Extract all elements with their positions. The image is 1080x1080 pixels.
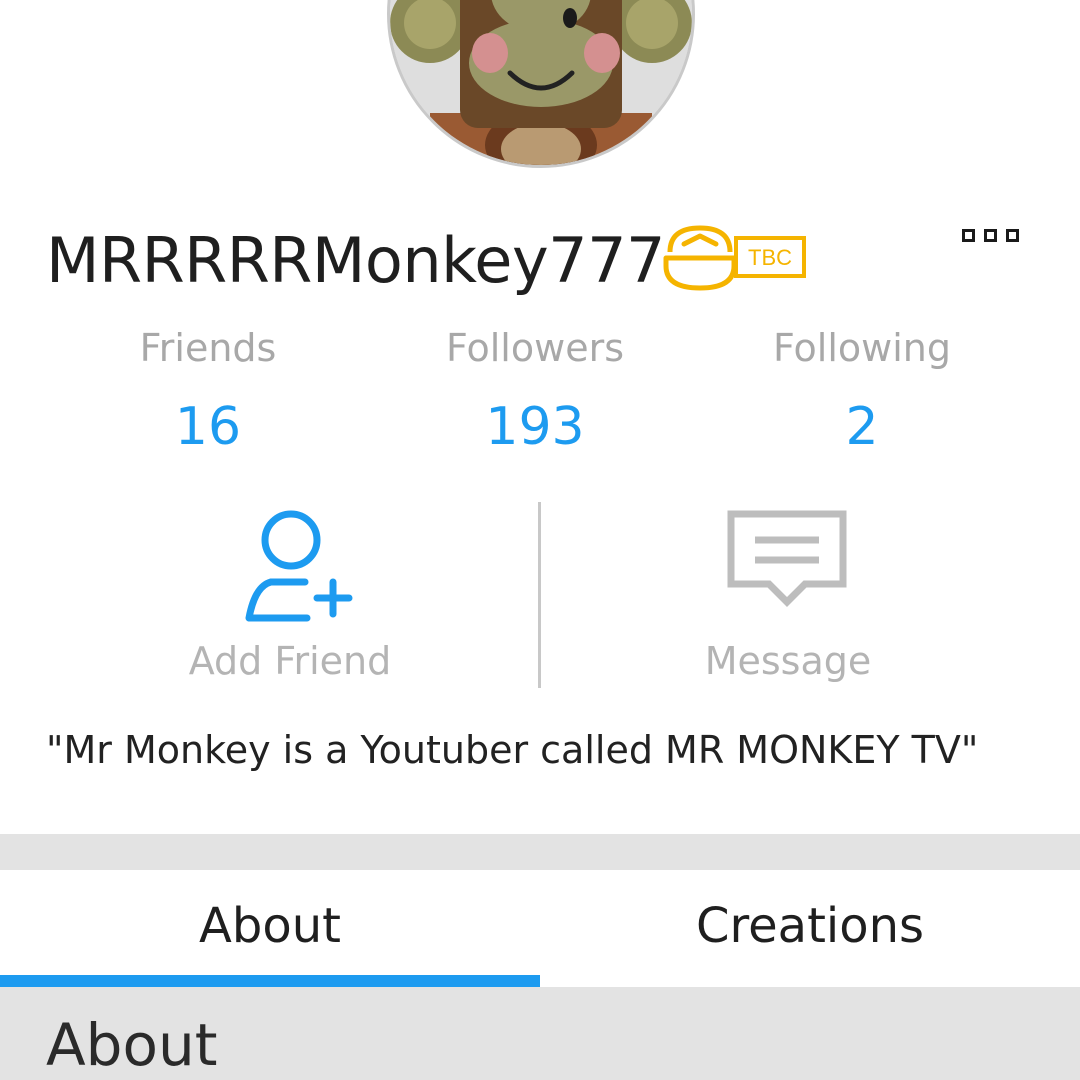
more-dot-icon [962,228,975,242]
following-label: Following [773,326,951,370]
more-options-button[interactable] [962,222,1042,248]
more-dot-icon [1006,228,1019,242]
message-button[interactable]: Message [608,500,968,690]
add-user-icon [245,510,353,622]
followers-label: Followers [446,326,624,370]
friends-stat[interactable]: Friends 16 [58,322,358,462]
active-tab-indicator [0,975,540,987]
username: MRRRRRMonkey777 [46,224,665,297]
tab-about[interactable]: About [0,870,540,987]
profile-blurb: "Mr Monkey is a Youtuber called MR MONKE… [46,728,979,772]
add-friend-label: Add Friend [188,639,392,683]
following-count: 2 [845,397,879,457]
followers-stat[interactable]: Followers 193 [385,322,685,462]
about-section: About [0,987,1080,1080]
tbc-membership-icon: TBC [660,222,810,296]
followers-count: 193 [485,397,585,457]
avatar[interactable] [387,0,695,168]
following-stat[interactable]: Following 2 [712,322,1012,462]
message-label: Message [704,639,872,683]
section-separator [0,834,1080,870]
tab-creations[interactable]: Creations [540,870,1080,987]
membership-badge-text: TBC [748,245,792,270]
profile-tabs: About Creations [0,870,1080,987]
more-dot-icon [984,228,997,242]
friends-label: Friends [139,326,277,370]
about-heading: About [46,1011,218,1079]
action-divider [538,502,541,688]
message-bubble-icon [727,510,847,607]
friends-count: 16 [174,397,242,457]
profile-page: MRRRRRMonkey777 TBC Friends 16 Followers… [0,0,1080,1080]
monkey-avatar-image [390,0,692,165]
add-friend-button[interactable]: Add Friend [110,500,470,690]
